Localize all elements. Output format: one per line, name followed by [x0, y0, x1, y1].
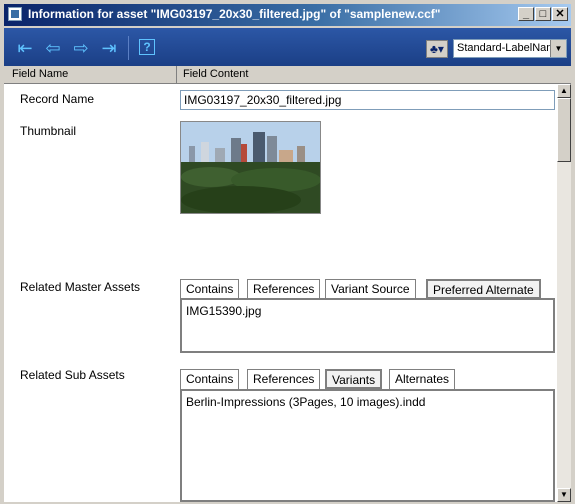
minimize-button[interactable]: _	[518, 7, 534, 21]
tab-master-preferred-alternate[interactable]: Preferred Alternate	[426, 279, 541, 299]
title-bar[interactable]: Information for asset "IMG03197_20x30_fi…	[4, 4, 571, 26]
window-edge	[571, 28, 575, 502]
field-content-header[interactable]: Field Content	[177, 66, 570, 83]
scroll-down-icon[interactable]: ▼	[557, 488, 571, 502]
field-list: Record Name IMG03197_20x30_filtered.jpg …	[4, 84, 557, 502]
view-settings-icon[interactable]: ♣▾	[426, 40, 448, 58]
first-record-icon[interactable]: ⇤	[14, 39, 36, 57]
thumbnail-label: Thumbnail	[20, 124, 77, 138]
maximize-button[interactable]: □	[535, 7, 551, 21]
toolbar: ⇤ ⇦ ⇨ ⇥ ? ♣▾ Standard-LabelName ▼	[4, 28, 571, 66]
thumbnail-image[interactable]	[180, 121, 321, 214]
column-header: Field Name Field Content	[4, 66, 571, 84]
tab-master-contains[interactable]: Contains	[180, 279, 240, 299]
asset-info-window: Information for asset "IMG03197_20x30_fi…	[0, 0, 575, 504]
scroll-thumb[interactable]	[557, 98, 571, 162]
tab-sub-references[interactable]: References	[247, 369, 321, 389]
list-item[interactable]: Berlin-Impressions (3Pages, 10 images).i…	[186, 395, 549, 409]
previous-record-icon[interactable]: ⇦	[42, 39, 64, 57]
window-title: Information for asset "IMG03197_20x30_fi…	[28, 7, 441, 21]
list-item[interactable]: IMG15390.jpg	[186, 304, 549, 318]
tab-sub-contains[interactable]: Contains	[180, 369, 240, 389]
master-assets-list: IMG15390.jpg	[180, 298, 555, 353]
view-select-value: Standard-LabelName	[457, 42, 562, 54]
city-skyline-image	[181, 122, 320, 213]
last-record-icon[interactable]: ⇥	[98, 39, 120, 57]
close-button[interactable]: ✕	[552, 7, 568, 21]
next-record-icon[interactable]: ⇨	[70, 39, 92, 57]
tab-sub-alternates[interactable]: Alternates	[389, 369, 456, 389]
scroll-up-icon[interactable]: ▲	[557, 84, 571, 98]
vertical-scrollbar[interactable]: ▲ ▼	[557, 84, 571, 502]
tab-sub-variants[interactable]: Variants	[325, 369, 383, 389]
tab-master-variant-source[interactable]: Variant Source	[325, 279, 416, 299]
field-name-header[interactable]: Field Name	[4, 66, 177, 83]
tab-master-references[interactable]: References	[247, 279, 321, 299]
chevron-down-icon[interactable]: ▼	[550, 40, 566, 57]
related-master-label: Related Master Assets	[20, 280, 141, 294]
related-sub-label: Related Sub Assets	[20, 368, 125, 382]
help-icon[interactable]: ?	[139, 39, 155, 55]
sub-assets-list: Berlin-Impressions (3Pages, 10 images).i…	[180, 389, 555, 502]
view-select[interactable]: Standard-LabelName ▼	[453, 39, 567, 58]
app-icon	[8, 7, 22, 21]
record-name-label: Record Name	[20, 92, 95, 106]
toolbar-separator	[128, 36, 129, 60]
record-name-field[interactable]: IMG03197_20x30_filtered.jpg	[180, 90, 555, 110]
